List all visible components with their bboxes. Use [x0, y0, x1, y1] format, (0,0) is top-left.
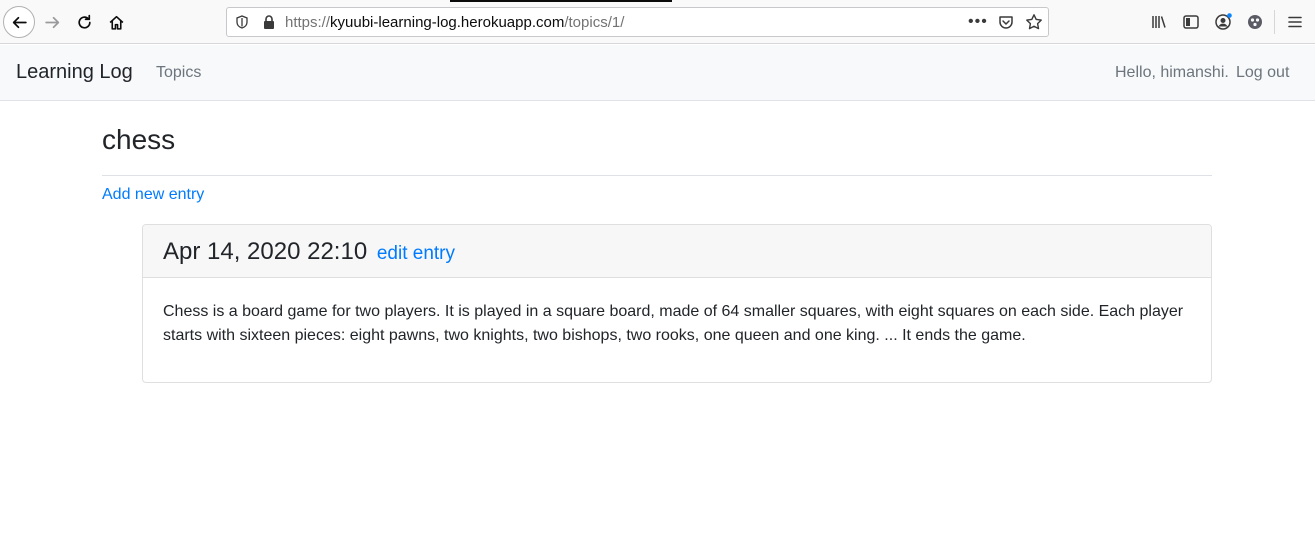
library-icon[interactable] [1150, 13, 1168, 31]
page-actions-icon[interactable]: ••• [968, 13, 988, 31]
entry-card-header: Apr 14, 2020 22:10 edit entry [143, 225, 1211, 278]
url-path: /topics/1/ [564, 14, 625, 31]
url-domain: kyuubi-learning-log.herokuapp.com [330, 14, 565, 31]
sidebar-toggle-icon[interactable] [1182, 13, 1200, 31]
greeting-text: Hello, himanshi. [1115, 64, 1229, 81]
url-text[interactable]: https://kyuubi-learning-log.herokuapp.co… [285, 14, 624, 31]
toolbar-separator [1274, 10, 1275, 34]
add-new-entry-link[interactable]: Add new entry [102, 186, 204, 204]
page-title: chess [102, 124, 176, 155]
lock-icon[interactable] [262, 14, 276, 30]
back-button[interactable] [3, 6, 35, 38]
home-button[interactable] [100, 6, 132, 38]
entry-text: Chess is a board game for two players. I… [163, 303, 1184, 344]
site-navbar: Learning Log Topics Hello, himanshi. Log… [0, 45, 1315, 101]
address-bar[interactable]: https://kyuubi-learning-log.herokuapp.co… [226, 7, 1049, 37]
hamburger-menu-icon[interactable] [1286, 13, 1304, 31]
brand-link[interactable]: Learning Log [16, 61, 133, 84]
extension-icon[interactable] [1246, 13, 1264, 31]
bookmark-star-icon[interactable] [1025, 13, 1043, 31]
entry-date-heading: Apr 14, 2020 22:10 edit entry [163, 238, 455, 266]
forward-button[interactable] [36, 6, 68, 38]
nav-link-topics[interactable]: Topics [156, 64, 201, 82]
entry-date: Apr 14, 2020 22:10 [163, 238, 368, 265]
logout-link[interactable]: Log out [1236, 64, 1289, 82]
reload-button[interactable] [68, 6, 100, 38]
home-icon [109, 15, 123, 30]
url-scheme: https:// [285, 14, 331, 31]
arrow-right-icon [44, 16, 59, 28]
pocket-icon[interactable] [998, 14, 1014, 30]
edit-entry-link[interactable]: edit entry [377, 243, 455, 264]
reload-icon [77, 14, 91, 29]
tracking-protection-shield-icon[interactable] [235, 15, 249, 29]
arrow-left-icon [12, 16, 27, 28]
entry-card: Apr 14, 2020 22:10 edit entry Chess is a… [142, 224, 1212, 383]
active-tab-indicator [450, 0, 672, 2]
divider [102, 175, 1212, 176]
account-icon[interactable] [1214, 13, 1232, 31]
browser-toolbar: https://kyuubi-learning-log.herokuapp.co… [0, 0, 1315, 44]
